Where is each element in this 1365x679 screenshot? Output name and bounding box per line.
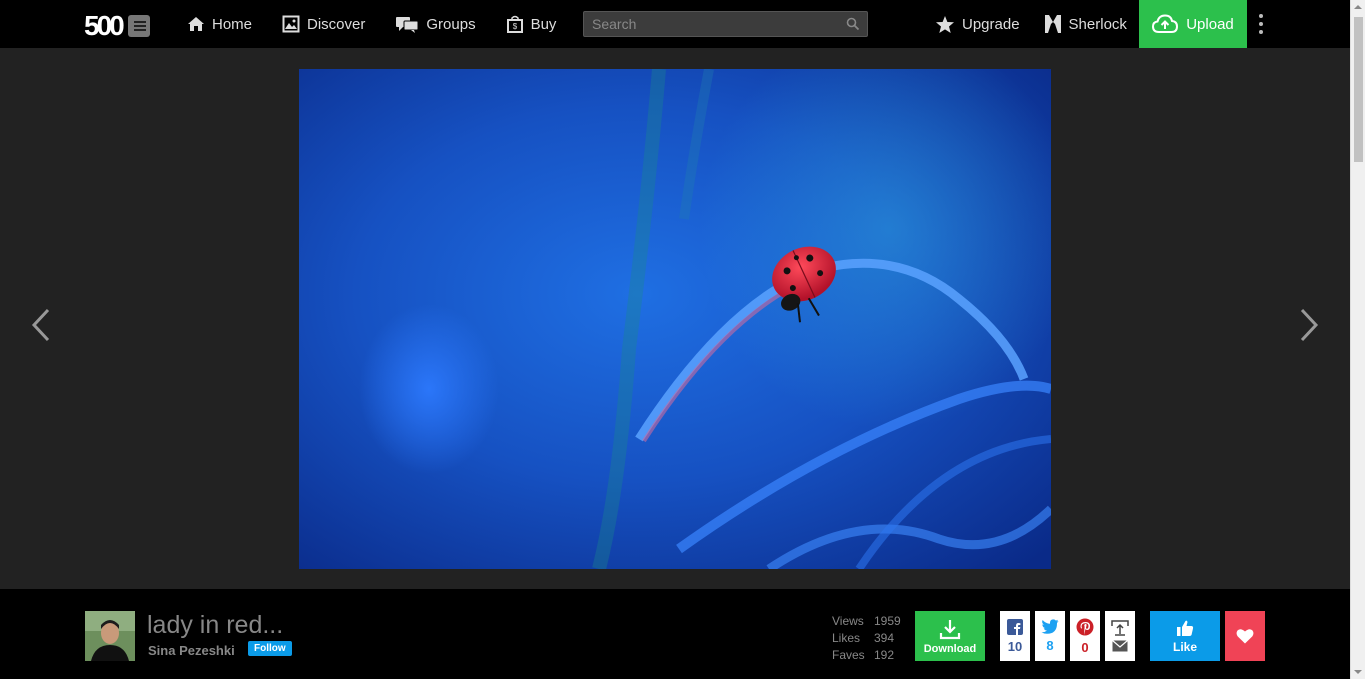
main-nav: Home Discover Groups $ Buy bbox=[187, 0, 586, 48]
share-more-button[interactable] bbox=[1105, 611, 1135, 661]
share-facebook-button[interactable]: 10 bbox=[1000, 611, 1030, 661]
previous-photo-icon[interactable] bbox=[29, 308, 53, 342]
nav-discover-label: Discover bbox=[307, 15, 366, 33]
search-input[interactable] bbox=[584, 12, 839, 36]
scrollbar-thumb[interactable] bbox=[1354, 17, 1363, 162]
email-icon[interactable] bbox=[1112, 640, 1128, 652]
more-options-icon[interactable] bbox=[1258, 14, 1264, 34]
nav-home-label: Home bbox=[212, 15, 253, 33]
user-menu[interactable]: Sherlock bbox=[1044, 14, 1127, 34]
logo[interactable]: 500 bbox=[84, 10, 150, 42]
upload-button[interactable]: Upload bbox=[1139, 0, 1247, 48]
share-pinterest-button[interactable]: 0 bbox=[1070, 611, 1100, 661]
nav-buy[interactable]: $ Buy bbox=[506, 15, 557, 33]
menu-icon[interactable] bbox=[127, 15, 150, 37]
download-label: Download bbox=[923, 642, 977, 655]
image-icon bbox=[282, 15, 300, 33]
top-navbar: 500 Home Discover Groups $ Buy Upgrade bbox=[0, 0, 1350, 48]
thumbs-up-icon bbox=[1177, 620, 1194, 636]
nav-groups[interactable]: Groups bbox=[395, 15, 476, 33]
upgrade-link[interactable]: Upgrade bbox=[935, 15, 1020, 34]
photo-stage bbox=[0, 48, 1350, 589]
twitter-icon bbox=[1041, 619, 1059, 634]
fave-button[interactable] bbox=[1225, 611, 1265, 661]
likes-count: 394 bbox=[874, 631, 895, 645]
upgrade-label: Upgrade bbox=[962, 15, 1020, 33]
cloud-upload-icon bbox=[1152, 14, 1179, 33]
twitter-count: 8 bbox=[1046, 638, 1054, 653]
user-label: Sherlock bbox=[1068, 15, 1127, 33]
like-button[interactable]: Like bbox=[1150, 611, 1220, 661]
nav-groups-label: Groups bbox=[426, 15, 476, 33]
views-label: Views bbox=[832, 614, 864, 628]
search-box bbox=[583, 11, 868, 37]
nav-home[interactable]: Home bbox=[187, 15, 252, 33]
like-label: Like bbox=[1172, 639, 1197, 654]
logo-text: 500 bbox=[84, 10, 125, 41]
follow-button[interactable]: Follow bbox=[248, 641, 292, 656]
svg-text:$: $ bbox=[512, 22, 517, 31]
author-avatar[interactable] bbox=[85, 611, 135, 661]
faves-label: Faves bbox=[832, 648, 865, 662]
upload-label: Upload bbox=[1186, 15, 1234, 33]
scroll-down-arrow-icon[interactable] bbox=[1354, 670, 1362, 674]
chat-icon bbox=[396, 17, 419, 33]
page-scrollbar[interactable] bbox=[1350, 0, 1365, 679]
star-icon bbox=[936, 15, 954, 33]
photo-info-bar: lady in red... Sina Pezeshki Follow View… bbox=[0, 589, 1350, 679]
account-nav: Upgrade Sherlock bbox=[935, 0, 1151, 48]
scroll-up-arrow-icon[interactable] bbox=[1354, 5, 1362, 9]
pinterest-icon bbox=[1076, 618, 1094, 635]
nav-buy-label: Buy bbox=[530, 15, 557, 33]
next-photo-icon[interactable] bbox=[1297, 308, 1321, 342]
likes-label: Likes bbox=[832, 631, 861, 645]
share-twitter-button[interactable]: 8 bbox=[1035, 611, 1065, 661]
shopping-bag-icon: $ bbox=[506, 15, 523, 33]
faves-count: 192 bbox=[874, 648, 895, 662]
home-icon bbox=[188, 17, 204, 31]
pinterest-count: 0 bbox=[1081, 639, 1089, 655]
search-icon[interactable] bbox=[846, 17, 860, 31]
nav-discover[interactable]: Discover bbox=[282, 15, 365, 33]
photo-title: lady in red... bbox=[147, 611, 284, 639]
user-avatar-icon bbox=[1044, 15, 1061, 33]
photo-image bbox=[299, 69, 1051, 569]
author-name[interactable]: Sina Pezeshki bbox=[148, 643, 235, 658]
photo-stats: Views 1959 Likes 394 Faves 192 bbox=[832, 613, 901, 664]
heart-icon bbox=[1236, 629, 1254, 644]
download-icon bbox=[939, 619, 961, 639]
facebook-icon bbox=[1007, 618, 1023, 635]
share-export-icon[interactable] bbox=[1111, 620, 1129, 636]
views-count: 1959 bbox=[874, 614, 901, 628]
download-button[interactable]: Download bbox=[915, 611, 985, 661]
facebook-count: 10 bbox=[1007, 638, 1023, 654]
